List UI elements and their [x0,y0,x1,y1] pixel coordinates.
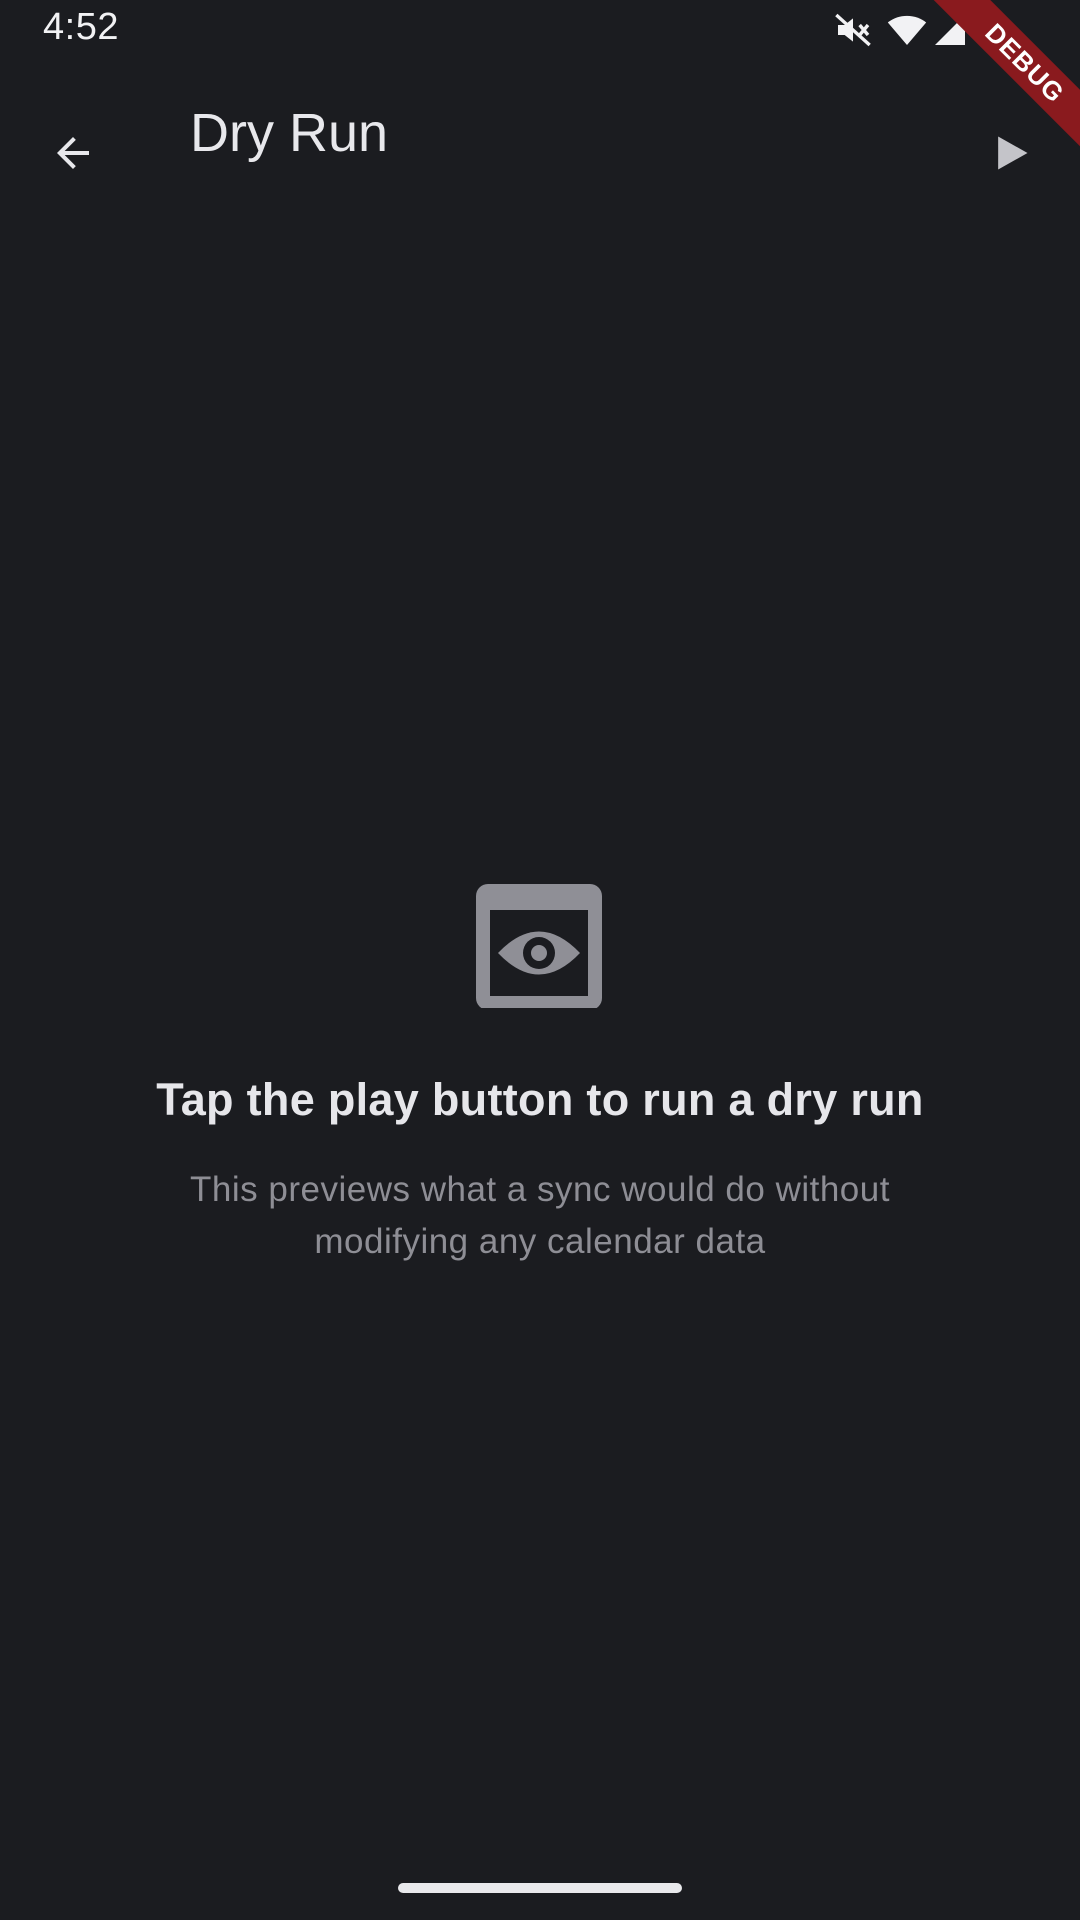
run-dry-run-button[interactable] [966,106,1056,204]
arrow-back-icon [49,129,97,182]
page-title: Dry Run [190,103,389,163]
app-bar: Dry Run [0,62,1080,210]
dry-run-screen: 4:52 DEBUG Dry Run Tap the play button t… [0,0,1080,1920]
status-time: 4:52 [43,6,119,48]
preview-eye-icon [476,884,602,1008]
play-icon [989,131,1033,180]
empty-state: Tap the play button to run a dry run Thi… [0,880,1080,1268]
gesture-nav-handle[interactable] [398,1883,682,1893]
empty-state-subtitle: This previews what a sync would do witho… [190,1170,890,1261]
back-button[interactable] [24,106,122,204]
status-bar: 4:52 [0,0,1080,62]
mute-icon [833,10,873,50]
empty-state-title: Tap the play button to run a dry run [156,1074,924,1125]
